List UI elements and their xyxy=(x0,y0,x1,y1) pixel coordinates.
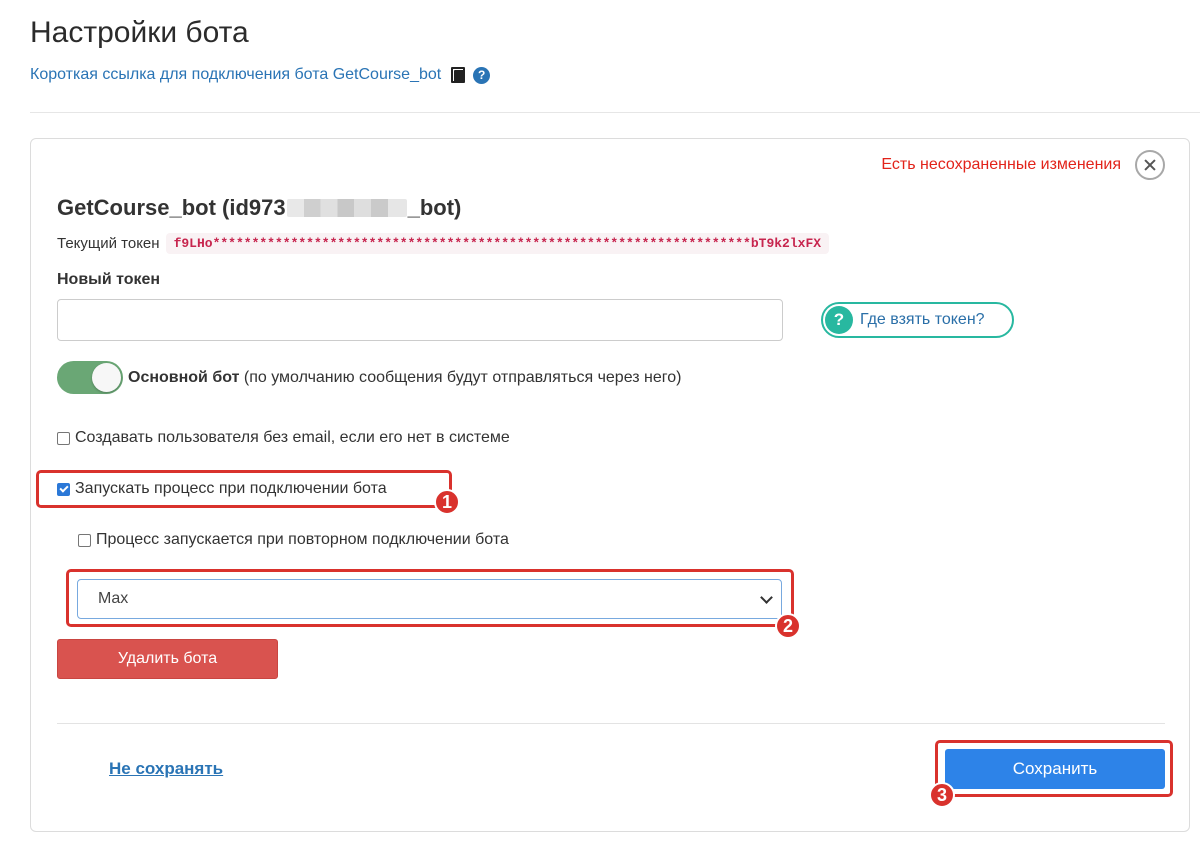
start-process-label: Запускать процесс при подключении бота xyxy=(75,480,387,497)
annotation-badge-1: 1 xyxy=(434,489,460,515)
save-button[interactable]: Сохранить xyxy=(945,749,1165,789)
main-bot-note: (по умолчанию сообщения будут отправлять… xyxy=(239,368,682,386)
process-select[interactable]: Max xyxy=(77,579,782,619)
page-title: Настройки бота xyxy=(30,16,249,49)
process-select-value: Max xyxy=(98,590,129,607)
card-divider xyxy=(57,723,1165,724)
current-token-label: Текущий токен xyxy=(57,235,160,252)
question-icon: ? xyxy=(825,306,853,334)
bot-name-heading: GetCourse_bot (id973 _bot) xyxy=(57,195,461,221)
bot-settings-card: Есть несохраненные изменения GetCourse_b… xyxy=(30,138,1190,832)
where-token-label: Где взять токен? xyxy=(860,311,985,328)
repeat-process-label: Процесс запускается при повторном подклю… xyxy=(96,531,509,548)
toggle-knob xyxy=(92,363,121,392)
dont-save-link[interactable]: Не сохранять xyxy=(109,759,223,779)
copy-icon[interactable] xyxy=(449,67,466,83)
delete-bot-button[interactable]: Удалить бота xyxy=(57,639,278,679)
start-process-checkbox-row[interactable]: Запускать процесс при подключении бота xyxy=(57,480,387,498)
chevron-down-icon xyxy=(760,591,773,604)
blurred-bot-id xyxy=(286,199,407,217)
repeat-process-checkbox[interactable] xyxy=(78,533,91,547)
start-process-checkbox[interactable] xyxy=(57,482,70,496)
new-token-label: Новый токен xyxy=(57,271,161,288)
bot-name-suffix: _bot) xyxy=(407,195,462,220)
create-user-label: Создавать пользователя без email, если е… xyxy=(75,429,510,446)
annotation-badge-3: 3 xyxy=(929,782,955,808)
close-icon[interactable] xyxy=(1135,150,1165,180)
new-token-input[interactable] xyxy=(57,299,783,341)
annotation-badge-2: 2 xyxy=(775,613,801,639)
bot-name-prefix: GetCourse_bot (id973 xyxy=(57,195,286,220)
main-bot-label: Основной бот (по умолчанию сообщения буд… xyxy=(128,369,681,387)
unsaved-changes-text: Есть несохраненные изменения xyxy=(881,156,1121,173)
question-circle-icon[interactable]: ? xyxy=(473,66,491,84)
main-bot-toggle[interactable] xyxy=(57,361,123,394)
where-token-button[interactable]: ? Где взять токен? xyxy=(821,302,1014,338)
current-token-value: f9LHo***********************************… xyxy=(165,233,830,254)
main-bot-toggle-row: Основной бот (по умолчанию сообщения буд… xyxy=(57,361,681,394)
repeat-process-checkbox-row[interactable]: Процесс запускается при повторном подклю… xyxy=(78,531,509,549)
main-bot-bold-label: Основной бот xyxy=(128,368,240,386)
current-token-row: Текущий токен f9LHo*********************… xyxy=(57,233,830,254)
short-link-row: Короткая ссылка для подключения бота Get… xyxy=(30,66,491,84)
top-divider xyxy=(30,112,1200,113)
short-link[interactable]: Короткая ссылка для подключения бота Get… xyxy=(30,66,441,84)
create-user-checkbox-row[interactable]: Создавать пользователя без email, если е… xyxy=(57,429,510,447)
create-user-checkbox[interactable] xyxy=(57,431,70,445)
